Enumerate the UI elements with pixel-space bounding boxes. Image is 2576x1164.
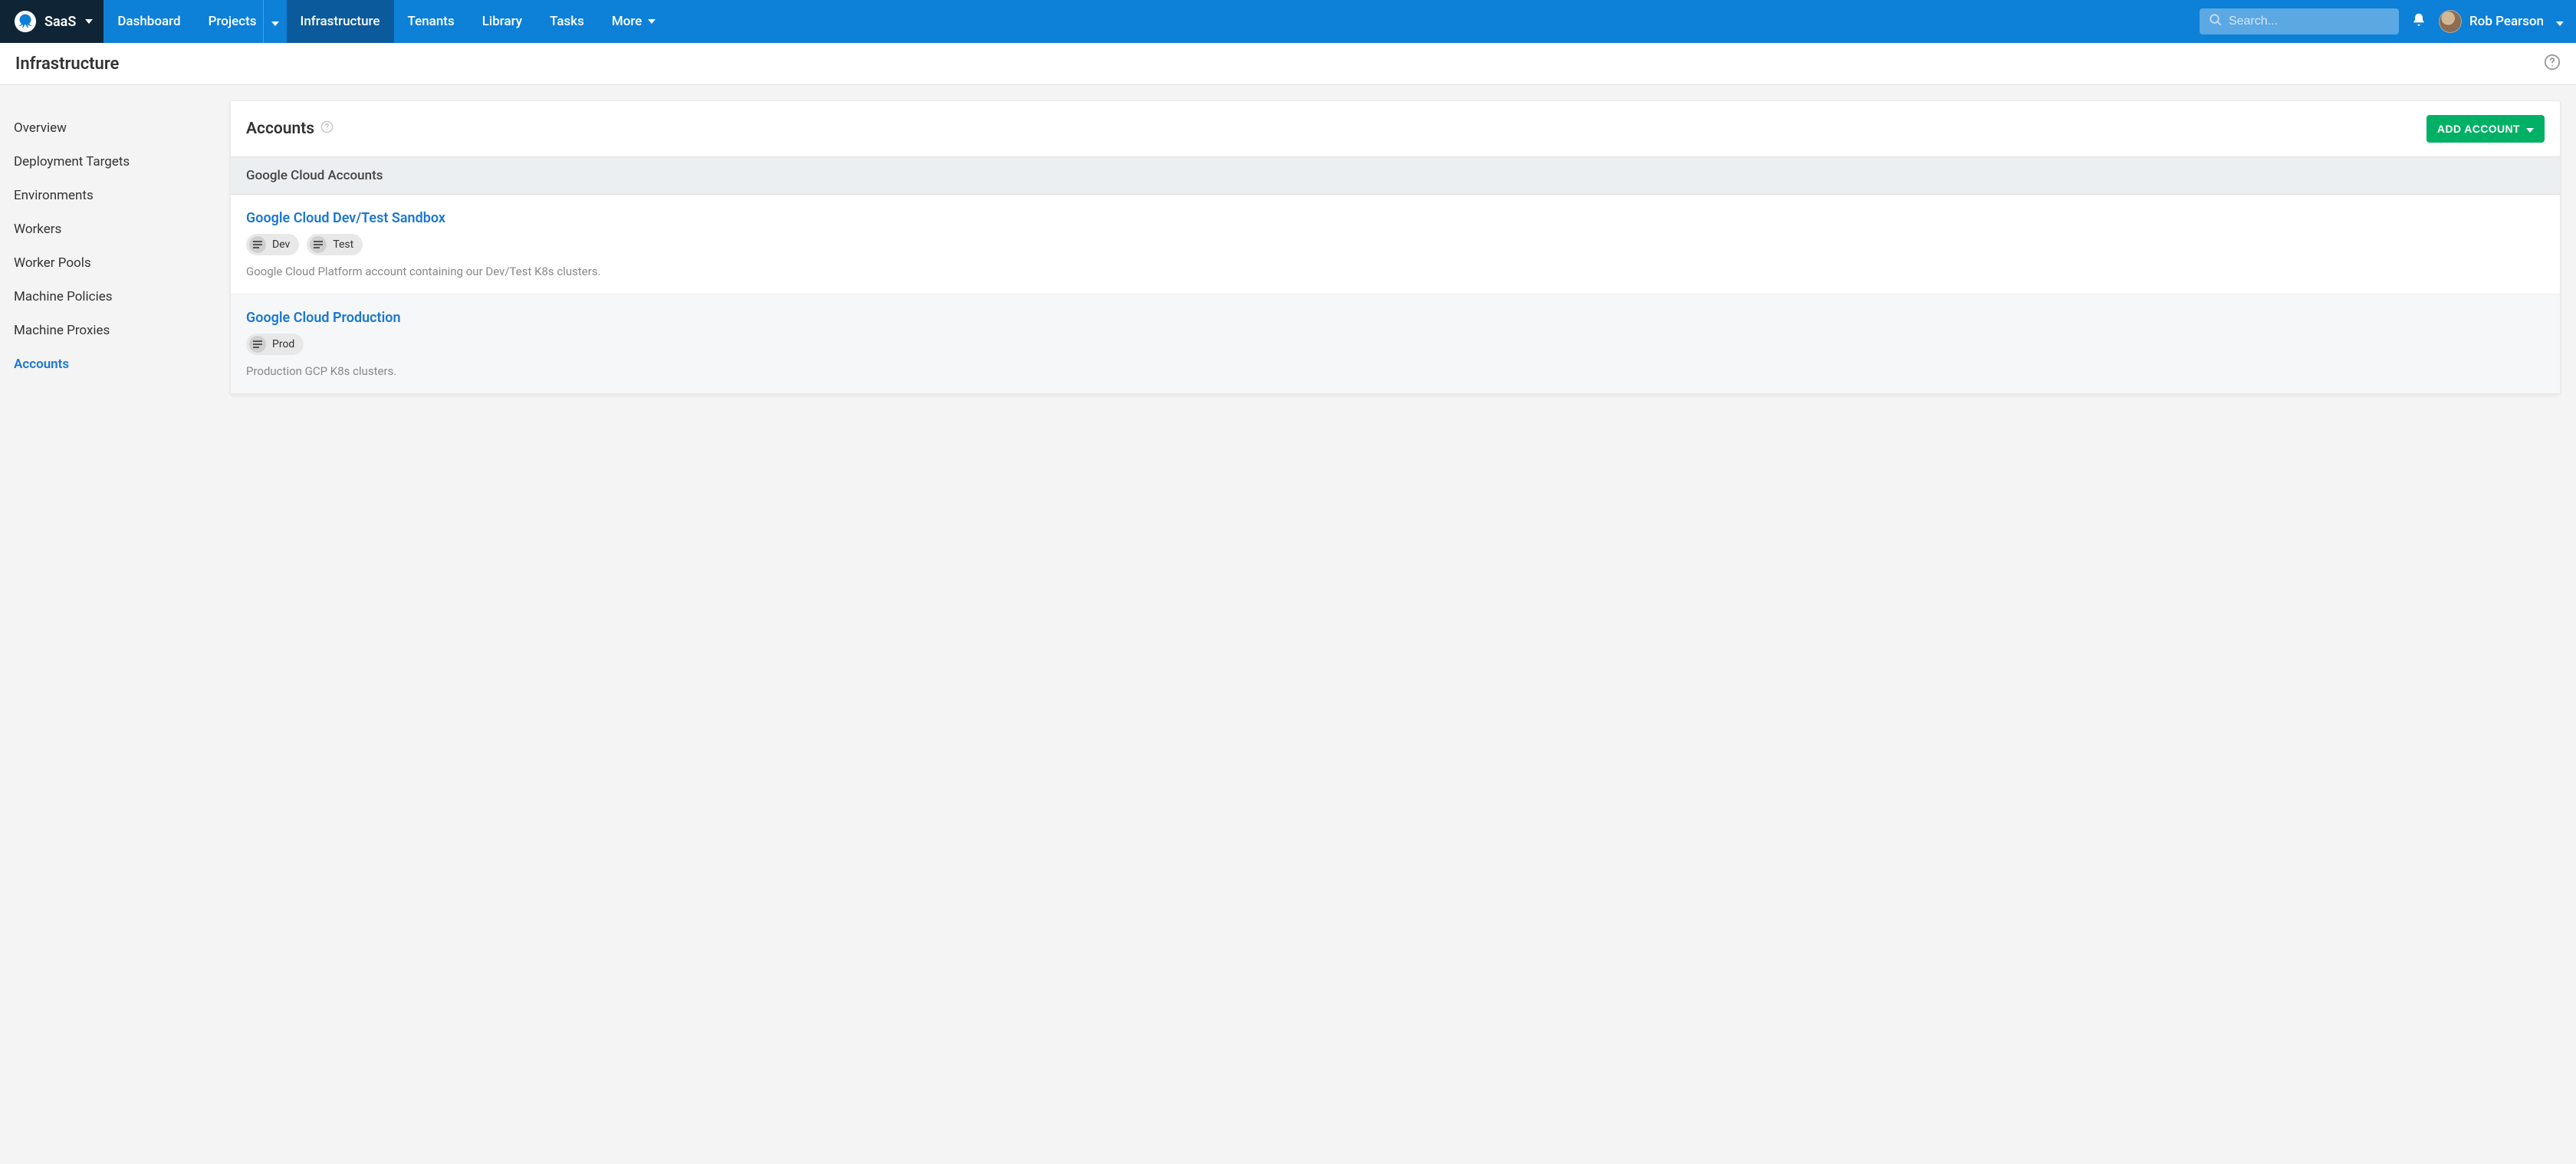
sidebar: Overview Deployment Targets Environments… [0,85,230,381]
topnav-right: Rob Pearson [2200,0,2576,43]
add-account-button[interactable]: ADD ACCOUNT [2426,115,2545,143]
nav-label: Infrastructure [301,14,380,29]
sidebar-item-label: Overview [14,120,67,136]
sidebar-item-environments[interactable]: Environments [14,179,230,212]
account-description: Google Cloud Platform account containing… [246,265,2545,278]
account-description: Production GCP K8s clusters. [246,364,2545,378]
sidebar-item-machine-proxies[interactable]: Machine Proxies [14,314,230,347]
account-row[interactable]: Google Cloud Dev/Test Sandbox Dev Test [231,195,2560,294]
nav-projects[interactable]: Projects [195,0,263,43]
top-nav: SaaS Dashboard Projects Infrastructure T… [0,0,2576,43]
sidebar-item-label: Environments [14,188,94,203]
chip-label: Prod [272,338,294,350]
sidebar-item-accounts[interactable]: Accounts [14,347,230,381]
nav-label: Tasks [550,14,584,29]
search-input[interactable] [2229,15,2390,28]
accounts-card: Accounts ADD ACCOUNT [230,100,2561,394]
bell-icon [2411,12,2426,31]
nav-items: Dashboard Projects Infrastructure Tenant… [104,0,669,43]
account-name: Google Cloud Production [246,310,2545,326]
environment-chip: Prod [246,334,304,355]
user-name: Rob Pearson [2469,14,2544,29]
caret-down-icon [85,19,93,24]
sidebar-item-label: Workers [14,222,61,237]
chip-label: Test [333,238,353,251]
body: Overview Deployment Targets Environments… [0,85,2576,425]
sidebar-item-workers[interactable]: Workers [14,212,230,246]
caret-down-icon [271,15,279,29]
nav-label: More [612,14,642,29]
notifications-button[interactable] [2411,12,2426,31]
sidebar-item-label: Accounts [14,357,69,372]
sidebar-item-deployment-targets[interactable]: Deployment Targets [14,145,230,179]
environment-icon [310,236,327,253]
account-row[interactable]: Google Cloud Production Prod Production … [231,294,2560,393]
help-button[interactable] [2544,54,2561,74]
nav-label: Tenants [408,14,455,29]
nav-more[interactable]: More [598,0,669,43]
section-title: Google Cloud Accounts [246,168,383,183]
card-header: Accounts ADD ACCOUNT [231,101,2560,156]
nav-label: Library [482,14,522,29]
environment-chip: Dev [246,234,299,255]
nav-tenants[interactable]: Tenants [394,0,468,43]
search-icon [2209,13,2223,30]
brand-switcher[interactable]: SaaS [0,0,104,43]
nav-library[interactable]: Library [468,0,536,43]
sidebar-item-label: Worker Pools [14,255,91,271]
nav-dashboard[interactable]: Dashboard [104,0,194,43]
nav-label: Dashboard [117,14,180,29]
environment-icon [249,336,266,353]
chip-label: Dev [272,238,290,251]
card-help-icon[interactable] [320,120,334,138]
sidebar-item-worker-pools[interactable]: Worker Pools [14,246,230,280]
account-name: Google Cloud Dev/Test Sandbox [246,210,2545,226]
octopus-logo-icon [14,10,37,33]
sidebar-item-label: Machine Policies [14,289,113,304]
environment-chip: Test [307,234,363,255]
page-title: Infrastructure [15,54,119,74]
user-menu-caret[interactable] [2556,15,2564,29]
page-header: Infrastructure [0,43,2576,85]
nav-projects-caret[interactable] [263,0,287,43]
caret-down-icon [648,19,656,24]
nav-projects-group: Projects [195,0,287,43]
caret-down-icon [2526,123,2534,135]
add-account-label: ADD ACCOUNT [2437,123,2520,135]
avatar [2439,10,2462,33]
sidebar-item-label: Deployment Targets [14,154,130,169]
sidebar-item-machine-policies[interactable]: Machine Policies [14,280,230,314]
nav-infrastructure[interactable]: Infrastructure [287,0,394,43]
sidebar-item-label: Machine Proxies [14,323,110,338]
search-box[interactable] [2200,8,2399,35]
sidebar-item-overview[interactable]: Overview [14,111,230,145]
account-tags: Prod [246,334,2545,355]
nav-tasks[interactable]: Tasks [536,0,598,43]
card-title-text: Accounts [246,120,314,138]
section-header: Google Cloud Accounts [231,156,2560,195]
environment-icon [249,236,266,253]
account-tags: Dev Test [246,234,2545,255]
card-title: Accounts [246,120,334,138]
nav-label: Projects [209,14,257,29]
brand-name: SaaS [44,14,76,30]
user-menu[interactable]: Rob Pearson [2439,10,2544,33]
caret-down-icon [2556,15,2564,29]
main-content: Accounts ADD ACCOUNT [230,85,2576,425]
